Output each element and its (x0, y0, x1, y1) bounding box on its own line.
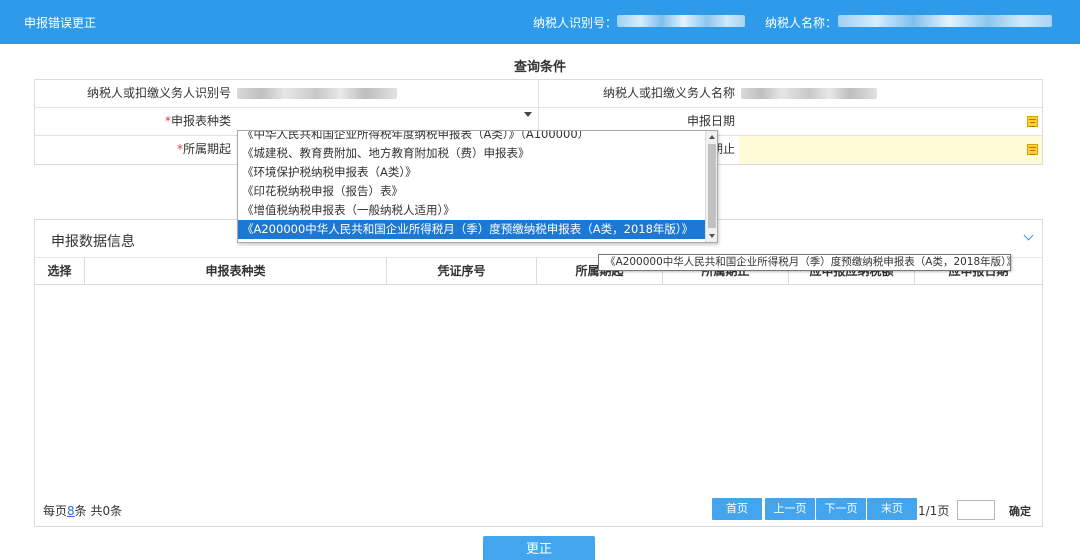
page-info: 1/1页 (918, 504, 950, 518)
pager-info: 每页8条 共0条 (43, 502, 122, 519)
query-row-1: 纳税人或扣缴义务人识别号 纳税人或扣缴义务人名称 (35, 80, 1042, 108)
chevron-down-icon[interactable] (524, 112, 532, 117)
option-tooltip: 《A200000中华人民共和国企业所得税月（季）度预缴纳税申报表（A类，2018… (598, 254, 1011, 271)
period-start-label-text: 所属期起 (182, 142, 231, 156)
form-type-label-text: 申报表种类 (170, 114, 231, 128)
declare-date-label-text: 申报日期 (686, 114, 735, 128)
col-form-type[interactable]: 申报表种类 (85, 258, 387, 284)
withholder-name-label: 纳税人或扣缴义务人名称 (539, 80, 739, 107)
dropdown-option[interactable]: 《中华人民共和国企业所得税年度纳税申报表（A类）》（A100000） (238, 131, 705, 144)
period-end-field[interactable] (739, 136, 1042, 164)
withholder-name-value-redacted (741, 88, 877, 99)
col-voucher-no[interactable]: 凭证序号 (387, 258, 537, 284)
page-number-input[interactable] (957, 500, 995, 520)
panel-title: 申报数据信息 (51, 234, 135, 250)
pager-suffix: 条 共0条 (74, 504, 123, 518)
period-start-label: *所属期起 (35, 136, 235, 164)
query-section-title: 查询条件 (513, 60, 566, 75)
withholder-id-label-text: 纳税人或扣缴义务人识别号 (86, 86, 231, 100)
form-type-label: *申报表种类 (35, 108, 235, 135)
correct-button[interactable]: 更正 (483, 536, 595, 560)
withholder-id-field[interactable] (235, 80, 539, 107)
page-title: 申报错误更正 (24, 16, 97, 30)
dropdown-option[interactable]: 《城建税、教育费附加、地方教育附加税（费）申报表》 (238, 144, 705, 163)
dropdown-option-selected[interactable]: 《A200000中华人民共和国企业所得税月（季）度预缴纳税申报表（A类，2018… (238, 220, 705, 239)
dropdown-scrollbar[interactable] (705, 131, 717, 242)
collapse-chevron-icon[interactable] (1023, 230, 1034, 241)
scroll-thumb[interactable] (708, 144, 716, 228)
taxpayer-id-label: 纳税人识别号： (533, 16, 618, 30)
last-page-button[interactable]: 末页 (867, 498, 917, 520)
calendar-icon[interactable] (1027, 116, 1038, 127)
calendar-icon[interactable] (1027, 144, 1038, 155)
taxpayer-id-value-redacted (617, 15, 745, 27)
dropdown-option[interactable]: 《印花税纳税申报（报告）表》 (238, 182, 705, 201)
period-end-input[interactable] (739, 136, 1042, 164)
form-type-dropdown[interactable]: 《中华人民共和国企业所得税年度纳税申报表（A类）》（A100000） 《城建税、… (237, 130, 718, 243)
withholder-name-label-text: 纳税人或扣缴义务人名称 (602, 86, 735, 100)
declare-date-input[interactable] (739, 108, 1042, 135)
top-bar: 申报错误更正 纳税人识别号： 纳税人名称： (0, 0, 1080, 44)
dropdown-options: 《中华人民共和国企业所得税年度纳税申报表（A类）》（A100000） 《城建税、… (238, 131, 705, 239)
scroll-down-icon[interactable] (709, 234, 715, 238)
first-page-button[interactable]: 首页 (712, 498, 762, 520)
pager-prefix: 每页 (43, 504, 68, 518)
dropdown-option[interactable]: 《增值税纳税申报表（一般纳税人适用）》 (238, 201, 705, 220)
taxpayer-name-label: 纳税人名称： (765, 16, 838, 30)
dropdown-option[interactable]: 《环境保护税纳税申报表（A类）》 (238, 163, 705, 182)
taxpayer-name-value-redacted (838, 15, 1052, 27)
page-confirm-button[interactable]: 确定 (1009, 503, 1031, 519)
declare-date-field[interactable] (739, 108, 1042, 135)
prev-page-button[interactable]: 上一页 (765, 498, 815, 520)
per-page-link[interactable]: 8 (67, 504, 75, 518)
withholder-id-value-redacted (237, 88, 397, 99)
col-select[interactable]: 选择 (35, 258, 85, 284)
pager: 每页8条 共0条 首页 上一页 下一页 末页 1/1页 确定 (35, 492, 1042, 526)
withholder-name-field[interactable] (739, 80, 1042, 107)
scroll-up-icon[interactable] (709, 135, 715, 139)
next-page-button[interactable]: 下一页 (816, 498, 866, 520)
withholder-id-label: 纳税人或扣缴义务人识别号 (35, 80, 235, 107)
